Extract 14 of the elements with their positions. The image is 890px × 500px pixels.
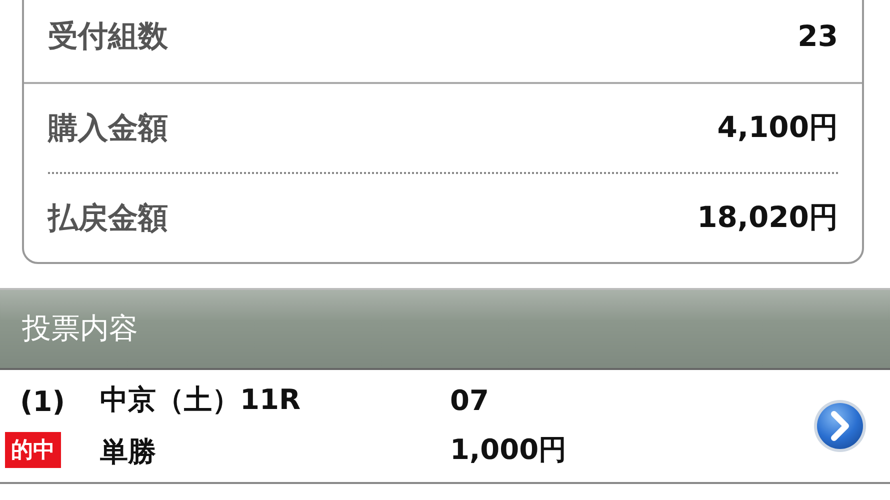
bet-amount: 1,000円 — [450, 432, 568, 468]
summary-label: 購入金額 — [48, 110, 168, 148]
bet-number: (1) — [19, 384, 66, 418]
win-badge: 的中 — [5, 432, 61, 468]
summary-value: 23 — [798, 19, 838, 53]
bet-selection: 07 — [450, 384, 490, 416]
chevron-right-icon[interactable] — [812, 398, 868, 454]
bet-type: 単勝 — [100, 434, 157, 470]
race-name: 中京（土）11R — [100, 382, 302, 418]
section-title: 投票内容 — [22, 310, 138, 347]
summary-label: 払戻金額 — [48, 200, 168, 238]
summary-value: 4,100円 — [717, 109, 838, 146]
summary-label: 受付組数 — [48, 18, 168, 56]
summary-value: 18,020円 — [697, 199, 838, 236]
